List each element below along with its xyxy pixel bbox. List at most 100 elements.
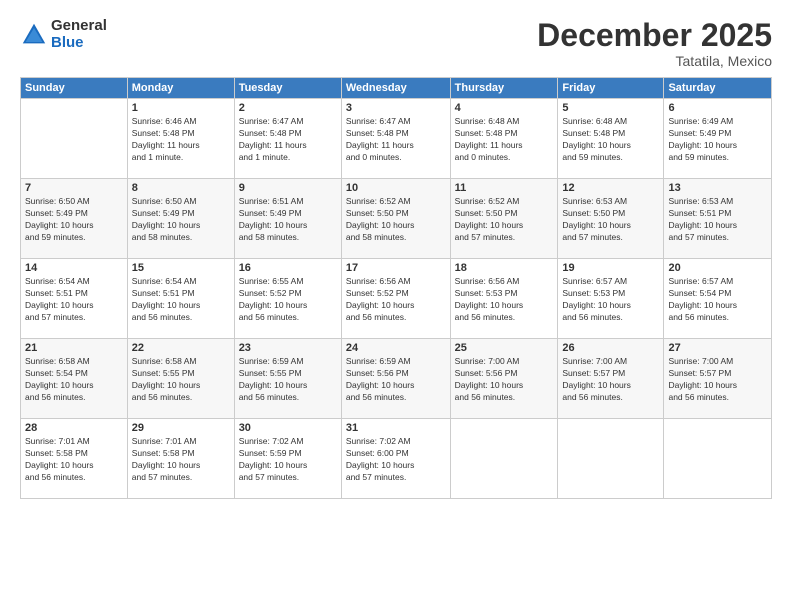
day-number: 20 (668, 262, 767, 274)
day-info: Sunrise: 6:52 AM Sunset: 5:50 PM Dayligh… (455, 196, 554, 244)
calendar-cell: 4 Sunrise: 6:48 AM Sunset: 5:48 PM Daylig… (450, 99, 558, 179)
location: Tatatila, Mexico (537, 53, 772, 69)
calendar-week-row: 14Sunrise: 6:54 AM Sunset: 5:51 PM Dayli… (21, 259, 772, 339)
col-friday: Friday (558, 78, 664, 99)
day-number: 30 (239, 422, 337, 434)
calendar-week-row: 7 Sunrise: 6:50 AM Sunset: 5:49 PM Daylig… (21, 179, 772, 259)
calendar-cell: 5Sunrise: 6:48 AM Sunset: 5:48 PM Daylig… (558, 99, 664, 179)
day-number: 9 (239, 182, 337, 194)
logo-text: General Blue (51, 18, 107, 51)
day-info: Sunrise: 7:02 AM Sunset: 5:59 PM Dayligh… (239, 436, 337, 484)
day-info: Sunrise: 6:48 AM Sunset: 5:48 PM Dayligh… (455, 116, 554, 164)
calendar-cell: 7 Sunrise: 6:50 AM Sunset: 5:49 PM Daylig… (21, 179, 128, 259)
day-info: Sunrise: 6:50 AM Sunset: 5:49 PM Dayligh… (132, 196, 230, 244)
calendar-cell: 2 Sunrise: 6:47 AM Sunset: 5:48 PM Daylig… (234, 99, 341, 179)
calendar-cell: 8 Sunrise: 6:50 AM Sunset: 5:49 PM Daylig… (127, 179, 234, 259)
calendar-cell: 12 Sunrise: 6:53 AM Sunset: 5:50 PM Dayli… (558, 179, 664, 259)
day-info: Sunrise: 6:54 AM Sunset: 5:51 PM Dayligh… (25, 276, 123, 324)
day-number: 25 (455, 342, 554, 354)
day-number: 12 (562, 182, 659, 194)
logo-general: General (51, 18, 107, 35)
day-number: 23 (239, 342, 337, 354)
title-block: December 2025 Tatatila, Mexico (537, 18, 772, 69)
day-number: 2 (239, 102, 337, 114)
col-wednesday: Wednesday (341, 78, 450, 99)
calendar-cell: 21Sunrise: 6:58 AM Sunset: 5:54 PM Dayli… (21, 339, 128, 419)
header: General Blue December 2025 Tatatila, Mex… (20, 18, 772, 69)
day-number: 31 (346, 422, 446, 434)
day-info: Sunrise: 7:01 AM Sunset: 5:58 PM Dayligh… (132, 436, 230, 484)
day-info: Sunrise: 6:57 AM Sunset: 5:54 PM Dayligh… (668, 276, 767, 324)
calendar-cell: 11 Sunrise: 6:52 AM Sunset: 5:50 PM Dayli… (450, 179, 558, 259)
calendar-week-row: 1 Sunrise: 6:46 AM Sunset: 5:48 PM Daylig… (21, 99, 772, 179)
day-info: Sunrise: 6:59 AM Sunset: 5:55 PM Dayligh… (239, 356, 337, 404)
calendar-cell (21, 99, 128, 179)
calendar-cell (664, 419, 772, 499)
col-sunday: Sunday (21, 78, 128, 99)
calendar-cell: 3Sunrise: 6:47 AM Sunset: 5:48 PM Daylig… (341, 99, 450, 179)
calendar-cell: 26Sunrise: 7:00 AM Sunset: 5:57 PM Dayli… (558, 339, 664, 419)
day-info: Sunrise: 6:50 AM Sunset: 5:49 PM Dayligh… (25, 196, 123, 244)
calendar-cell: 13 Sunrise: 6:53 AM Sunset: 5:51 PM Dayli… (664, 179, 772, 259)
calendar-cell: 9 Sunrise: 6:51 AM Sunset: 5:49 PM Daylig… (234, 179, 341, 259)
day-info: Sunrise: 6:53 AM Sunset: 5:50 PM Dayligh… (562, 196, 659, 244)
calendar-cell: 15 Sunrise: 6:54 AM Sunset: 5:51 PM Dayli… (127, 259, 234, 339)
calendar-cell: 23 Sunrise: 6:59 AM Sunset: 5:55 PM Dayli… (234, 339, 341, 419)
logo-blue: Blue (51, 35, 107, 52)
calendar-cell: 18 Sunrise: 6:56 AM Sunset: 5:53 PM Dayli… (450, 259, 558, 339)
col-tuesday: Tuesday (234, 78, 341, 99)
day-info: Sunrise: 6:56 AM Sunset: 5:53 PM Dayligh… (455, 276, 554, 324)
day-number: 8 (132, 182, 230, 194)
logo-icon (20, 21, 48, 49)
calendar-cell: 6Sunrise: 6:49 AM Sunset: 5:49 PM Daylig… (664, 99, 772, 179)
day-info: Sunrise: 6:53 AM Sunset: 5:51 PM Dayligh… (668, 196, 767, 244)
calendar-cell: 1 Sunrise: 6:46 AM Sunset: 5:48 PM Daylig… (127, 99, 234, 179)
day-number: 7 (25, 182, 123, 194)
day-number: 17 (346, 262, 446, 274)
col-saturday: Saturday (664, 78, 772, 99)
calendar-cell: 31Sunrise: 7:02 AM Sunset: 6:00 PM Dayli… (341, 419, 450, 499)
logo: General Blue (20, 18, 107, 51)
day-info: Sunrise: 6:55 AM Sunset: 5:52 PM Dayligh… (239, 276, 337, 324)
day-info: Sunrise: 6:54 AM Sunset: 5:51 PM Dayligh… (132, 276, 230, 324)
day-number: 18 (455, 262, 554, 274)
calendar-week-row: 21Sunrise: 6:58 AM Sunset: 5:54 PM Dayli… (21, 339, 772, 419)
calendar-week-row: 28Sunrise: 7:01 AM Sunset: 5:58 PM Dayli… (21, 419, 772, 499)
day-info: Sunrise: 6:59 AM Sunset: 5:56 PM Dayligh… (346, 356, 446, 404)
day-number: 29 (132, 422, 230, 434)
day-number: 24 (346, 342, 446, 354)
day-number: 5 (562, 102, 659, 114)
page: General Blue December 2025 Tatatila, Mex… (0, 0, 792, 612)
day-number: 1 (132, 102, 230, 114)
day-info: Sunrise: 6:58 AM Sunset: 5:55 PM Dayligh… (132, 356, 230, 404)
day-info: Sunrise: 6:56 AM Sunset: 5:52 PM Dayligh… (346, 276, 446, 324)
day-info: Sunrise: 6:51 AM Sunset: 5:49 PM Dayligh… (239, 196, 337, 244)
calendar-cell: 27 Sunrise: 7:00 AM Sunset: 5:57 PM Dayli… (664, 339, 772, 419)
day-info: Sunrise: 6:47 AM Sunset: 5:48 PM Dayligh… (346, 116, 446, 164)
calendar-table: Sunday Monday Tuesday Wednesday Thursday… (20, 77, 772, 499)
day-number: 11 (455, 182, 554, 194)
month-title: December 2025 (537, 18, 772, 53)
calendar-cell (558, 419, 664, 499)
calendar-cell: 20 Sunrise: 6:57 AM Sunset: 5:54 PM Dayli… (664, 259, 772, 339)
calendar-cell: 16 Sunrise: 6:55 AM Sunset: 5:52 PM Dayli… (234, 259, 341, 339)
day-info: Sunrise: 6:47 AM Sunset: 5:48 PM Dayligh… (239, 116, 337, 164)
day-number: 4 (455, 102, 554, 114)
day-number: 16 (239, 262, 337, 274)
day-number: 13 (668, 182, 767, 194)
day-info: Sunrise: 7:00 AM Sunset: 5:57 PM Dayligh… (668, 356, 767, 404)
day-info: Sunrise: 7:00 AM Sunset: 5:57 PM Dayligh… (562, 356, 659, 404)
day-number: 6 (668, 102, 767, 114)
day-info: Sunrise: 7:01 AM Sunset: 5:58 PM Dayligh… (25, 436, 123, 484)
calendar-cell: 14Sunrise: 6:54 AM Sunset: 5:51 PM Dayli… (21, 259, 128, 339)
calendar-cell: 25Sunrise: 7:00 AM Sunset: 5:56 PM Dayli… (450, 339, 558, 419)
calendar-header-row: Sunday Monday Tuesday Wednesday Thursday… (21, 78, 772, 99)
day-number: 27 (668, 342, 767, 354)
day-info: Sunrise: 6:57 AM Sunset: 5:53 PM Dayligh… (562, 276, 659, 324)
calendar-cell: 19Sunrise: 6:57 AM Sunset: 5:53 PM Dayli… (558, 259, 664, 339)
calendar-cell: 28Sunrise: 7:01 AM Sunset: 5:58 PM Dayli… (21, 419, 128, 499)
day-info: Sunrise: 6:52 AM Sunset: 5:50 PM Dayligh… (346, 196, 446, 244)
day-number: 22 (132, 342, 230, 354)
day-number: 15 (132, 262, 230, 274)
day-info: Sunrise: 6:46 AM Sunset: 5:48 PM Dayligh… (132, 116, 230, 164)
